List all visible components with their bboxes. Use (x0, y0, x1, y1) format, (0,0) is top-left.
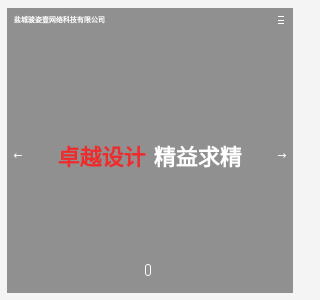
mouse-scroll-icon[interactable] (145, 264, 151, 276)
menu-line (278, 19, 284, 21)
hero-headline: 卓越设计 精益求精 (0, 145, 300, 173)
hamburger-menu-icon[interactable] (276, 15, 286, 25)
site-header: 盐城骏姿壹网络科技有限公司 (7, 8, 293, 32)
site-title[interactable]: 盐城骏姿壹网络科技有限公司 (14, 15, 105, 25)
headline-rest: 精益求精 (154, 146, 243, 171)
page: 盐城骏姿壹网络科技有限公司 ← → 卓越设计 精益求精 (0, 0, 300, 300)
menu-line (278, 16, 284, 17)
headline-highlight: 卓越设计 (57, 146, 146, 171)
menu-line (278, 23, 284, 24)
